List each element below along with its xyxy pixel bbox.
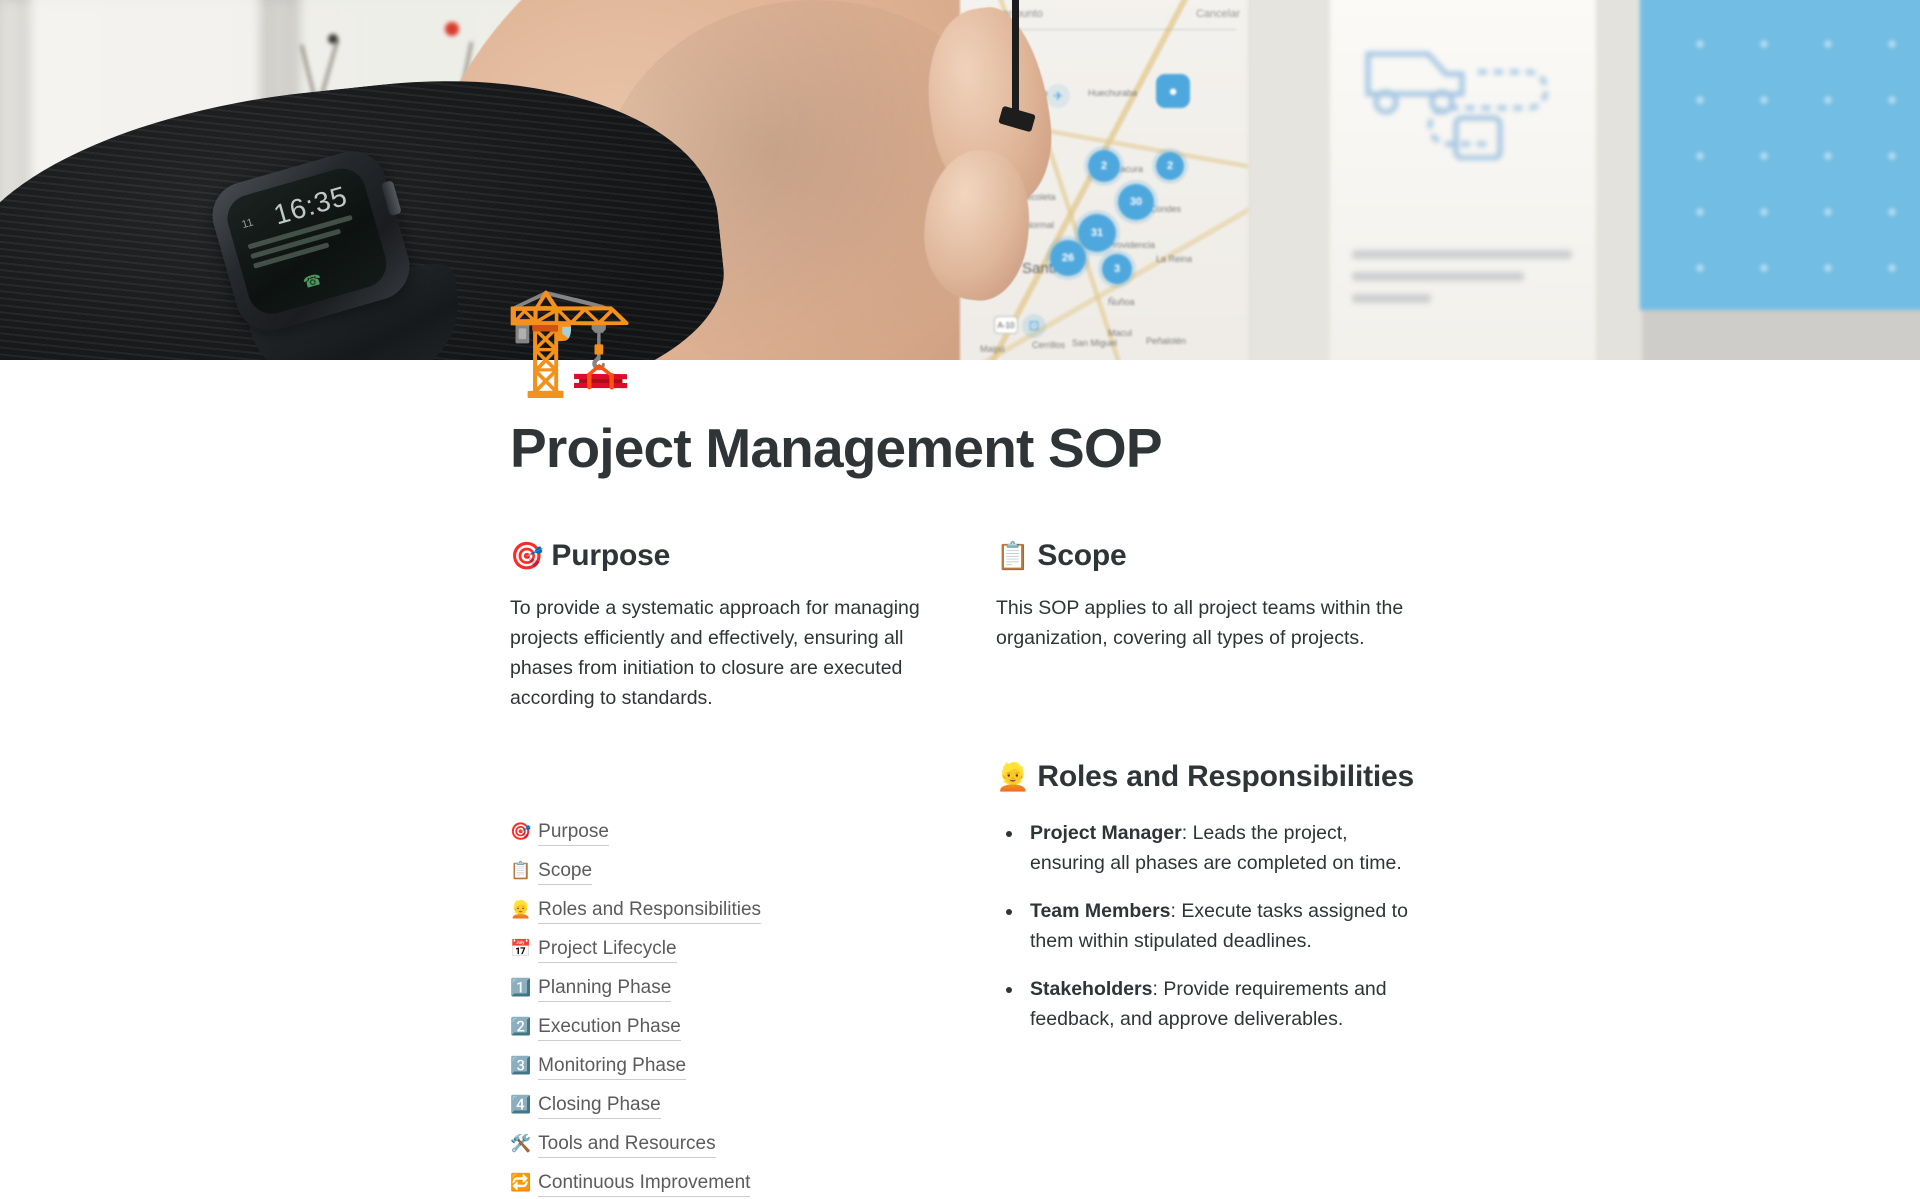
clipboard-icon: 📋 — [996, 541, 1030, 572]
calendar-icon: 📅 — [510, 939, 532, 959]
cover-emoji-crane-icon[interactable]: 🏗️ — [503, 287, 635, 393]
panel-gap — [1596, 0, 1642, 360]
toc-link-label: Monitoring Phase — [538, 1054, 687, 1081]
toc-link-label: Tools and Resources — [538, 1132, 716, 1159]
scope-paragraph: This SOP applies to all project teams wi… — [996, 597, 1404, 650]
map-label: Condes — [1150, 204, 1182, 214]
column-right: 📋 Scope This SOP applies to all project t… — [996, 536, 1416, 653]
target-icon: 🎯 — [510, 541, 544, 572]
blue-poster-panel — [1640, 0, 1920, 310]
map-cluster-pin: 2 — [1088, 150, 1120, 182]
clip-dot-red — [445, 22, 459, 36]
phone-icon: ☎ — [301, 270, 324, 293]
map-label: San Miguel — [1072, 338, 1118, 348]
hammer-and-wrench-icon: 🛠️ — [510, 1134, 532, 1154]
toc-link-label: Roles and Responsibilities — [538, 898, 762, 925]
page-title: Project Management SOP — [510, 417, 1163, 479]
keycap-two-icon: 2️⃣ — [510, 1017, 532, 1037]
map-cluster-pin: 3 — [1102, 254, 1132, 284]
dot-pattern — [1640, 0, 1920, 310]
map-cluster-pin: 26 — [1050, 240, 1086, 276]
toc-link-monitoring-phase[interactable]: 3️⃣ Monitoring Phase — [510, 1054, 687, 1081]
map-label: Ñuñoa — [1108, 297, 1135, 307]
target-icon: 🎯 — [510, 822, 532, 842]
hero-cover-image: 16:35 11 ☎ Buscar punto Cancelar ● Quili… — [0, 0, 1920, 360]
role-separator: : — [1181, 822, 1193, 845]
roles-list: Project Manager: Leads the project, ensu… — [996, 818, 1416, 1034]
map-label: Providencia — [1108, 240, 1156, 250]
hero-photo: 16:35 11 ☎ Buscar punto Cancelar ● Quili… — [0, 0, 1920, 360]
toc-link-roles-and-responsibilities[interactable]: 👱 Roles and Responsibilities — [510, 898, 762, 925]
toc-link-tools-and-resources[interactable]: 🛠️ Tools and Resources — [510, 1132, 716, 1159]
person-icon: 👱 — [510, 900, 532, 920]
map-cluster-pin: 30 — [1118, 184, 1154, 220]
role-name: Project Manager — [1030, 822, 1182, 845]
background-sheet-text — [1352, 250, 1572, 316]
keycap-three-icon: 3️⃣ — [510, 1056, 532, 1076]
role-separator: : — [1170, 900, 1182, 923]
section-heading-purpose-label: Purpose — [551, 539, 671, 573]
bicycle-icon: ⚀ — [1022, 314, 1046, 338]
toc-link-label: Closing Phase — [538, 1093, 661, 1120]
roles-section: 👱Roles and Responsibilities Project Mana… — [996, 757, 1416, 1034]
watch-secondary-label: 11 — [240, 216, 255, 232]
map-label: Maipú — [980, 344, 1005, 354]
toc-link-label: Planning Phase — [538, 976, 672, 1003]
repeat-arrows-icon: 🔁 — [510, 1173, 532, 1193]
list-item: Team Members: Execute tasks assigned to … — [1024, 896, 1416, 956]
section-heading-purpose: 🎯 Purpose — [510, 536, 930, 575]
background-sheet — [1248, 0, 1338, 360]
toc-link-label: Purpose — [538, 820, 609, 847]
section-heading-scope: 📋 Scope — [996, 536, 1416, 575]
toc-link-continuous-improvement[interactable]: 🔁 Continuous Improvement — [510, 1171, 751, 1198]
toc-link-scope[interactable]: 📋 Scope — [510, 859, 593, 886]
column-left-toc: 🎯 Purpose 📋 Scope 👱 Roles and Responsibi… — [510, 757, 930, 1199]
toc-link-label: Scope — [538, 859, 593, 886]
highway-sign-icon: A-10 — [994, 316, 1018, 334]
toc-link-purpose[interactable]: 🎯 Purpose — [510, 820, 609, 847]
document-body: Project Management SOP 🎯 Purpose To provi… — [0, 417, 1920, 1199]
location-pin-icon: ● — [1156, 74, 1190, 108]
clip-dot — [328, 34, 338, 44]
map-label: Peñalolén — [1146, 336, 1187, 346]
list-item: Project Manager: Leads the project, ensu… — [1024, 818, 1416, 878]
map-cancel-label: Cancelar — [1195, 8, 1240, 20]
toc-link-closing-phase[interactable]: 4️⃣ Closing Phase — [510, 1093, 661, 1120]
toc-link-planning-phase[interactable]: 1️⃣ Planning Phase — [510, 976, 672, 1003]
delivery-truck-diagram-icon — [1365, 51, 1549, 160]
table-of-contents: 🎯 Purpose 📋 Scope 👱 Roles and Responsibi… — [510, 820, 930, 1198]
toc-link-execution-phase[interactable]: 2️⃣ Execution Phase — [510, 1015, 681, 1042]
map-cluster-pin: 31 — [1078, 214, 1116, 252]
toc-link-project-lifecycle[interactable]: 📅 Project Lifecycle — [510, 937, 677, 964]
map-cluster-pin: 2 — [1156, 152, 1184, 180]
section-heading-roles: 👱 Roles and Responsibilities — [996, 757, 1416, 796]
columns-row-bottom: 🎯 Purpose 📋 Scope 👱 Roles and Responsibi… — [510, 757, 1720, 1199]
map-label: Huechuraba — [1088, 88, 1138, 98]
toc-link-label: Continuous Improvement — [538, 1171, 751, 1198]
columns-row-top: 🎯 Purpose To provide a systematic approac… — [510, 536, 1720, 713]
airplane-icon: ✈ — [1046, 84, 1070, 108]
column-right-roles: 👱Roles and Responsibilities Project Mana… — [996, 757, 1416, 1052]
keycap-four-icon: 4️⃣ — [510, 1095, 532, 1115]
role-separator: : — [1152, 978, 1164, 1001]
toc-link-label: Project Lifecycle — [538, 937, 677, 964]
role-name: Team Members — [1030, 900, 1171, 923]
purpose-paragraph: To provide a systematic approach for man… — [510, 597, 920, 710]
section-heading-roles-label: Roles and Responsibilities — [1037, 760, 1414, 794]
role-name: Stakeholders — [1030, 978, 1153, 1001]
document-page: 16:35 11 ☎ Buscar punto Cancelar ● Quili… — [0, 0, 1920, 1199]
map-label: La Reina — [1156, 254, 1193, 264]
toc-link-label: Execution Phase — [538, 1015, 681, 1042]
column-left: 🎯 Purpose To provide a systematic approac… — [510, 536, 930, 713]
clipboard-icon: 📋 — [510, 861, 532, 881]
person-icon: 👱 — [996, 762, 1030, 793]
list-item: Stakeholders: Provide requirements and f… — [1024, 974, 1416, 1034]
map-label: Macul — [1108, 328, 1133, 338]
pen-cord — [1012, 0, 1019, 124]
keycap-one-icon: 1️⃣ — [510, 978, 532, 998]
section-heading-scope-label: Scope — [1037, 539, 1127, 573]
map-label: Cerrillos — [1032, 340, 1066, 350]
